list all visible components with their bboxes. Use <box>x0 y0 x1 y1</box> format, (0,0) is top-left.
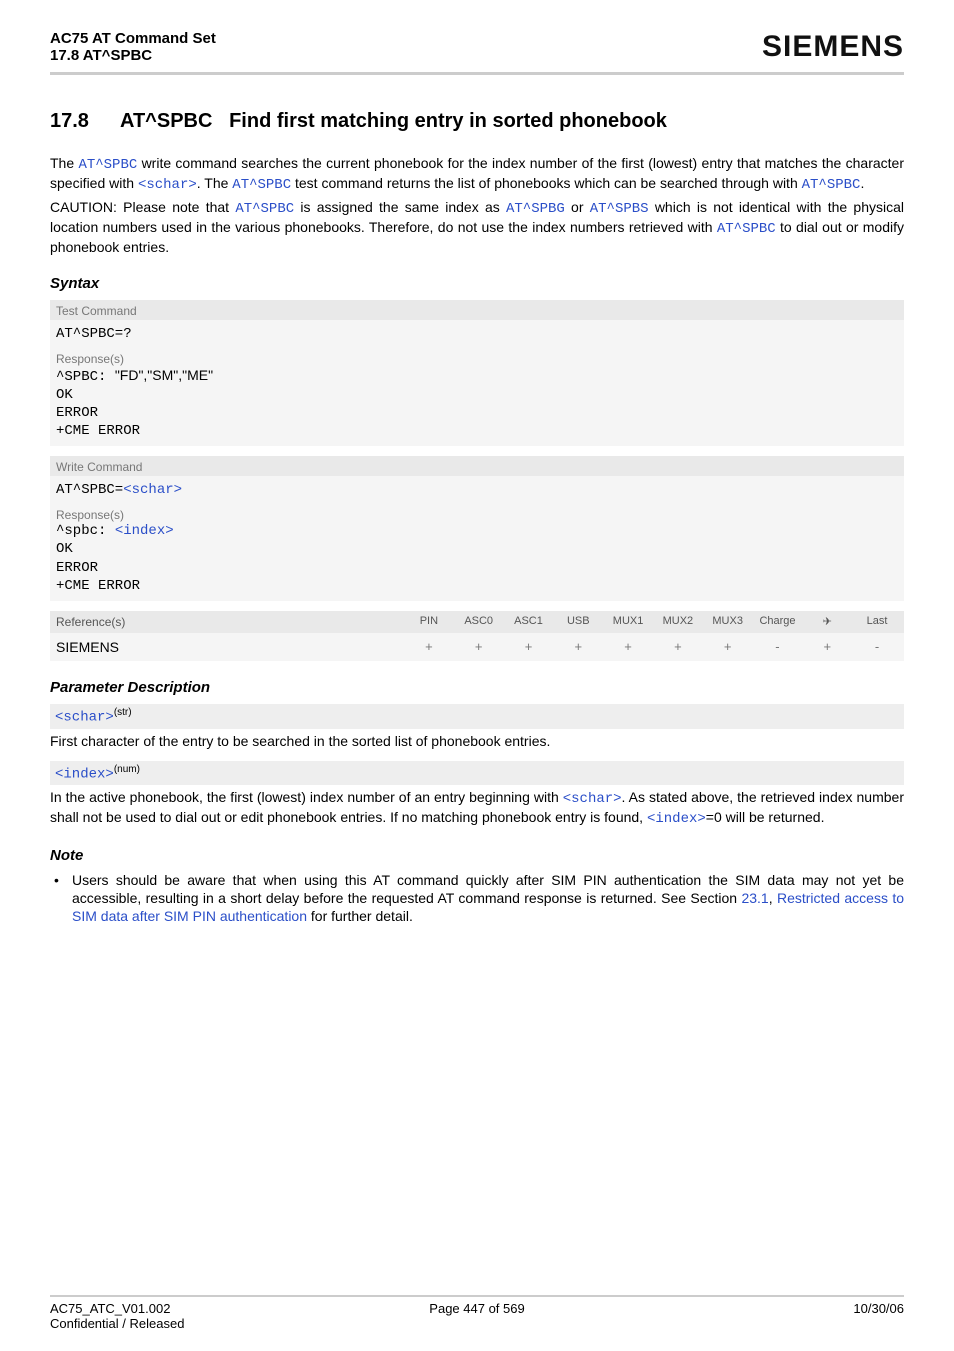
response-label: Response(s) <box>50 348 904 366</box>
footer-confidential: Confidential / Released <box>50 1316 184 1331</box>
link-atspbg[interactable]: AT^SPBG <box>506 201 565 217</box>
text: The <box>50 155 78 171</box>
link-section-23-1[interactable]: 23.1 <box>741 890 768 906</box>
link-schar[interactable]: <schar> <box>138 177 197 193</box>
param-schar-name[interactable]: <schar> <box>55 710 114 726</box>
val: + <box>653 639 703 655</box>
intro-p1: The AT^SPBC write command searches the c… <box>50 155 904 195</box>
note-heading: Note <box>50 847 904 864</box>
doc-subtitle: 17.8 AT^SPBC <box>50 47 216 64</box>
val: + <box>703 639 753 655</box>
text: is assigned the same index as <box>294 199 506 215</box>
link-atspbc[interactable]: AT^SPBC <box>235 201 294 217</box>
page-footer: AC75_ATC_V01.002 Confidential / Released… <box>50 1295 904 1331</box>
section-title-text: Find first matching entry in sorted phon… <box>229 110 667 132</box>
header-left: AC75 AT Command Set 17.8 AT^SPBC <box>50 30 216 64</box>
text: test command returns the list of phonebo… <box>291 175 802 191</box>
text: or <box>565 199 590 215</box>
test-command-label: Test Command <box>50 300 904 320</box>
param-schar-desc: First character of the entry to be searc… <box>50 733 904 751</box>
col-last: Last <box>852 615 902 629</box>
param-schar-type: (str) <box>114 707 132 718</box>
parameter-description-heading: Parameter Description <box>50 679 904 696</box>
footer-date: 10/30/06 <box>853 1301 904 1331</box>
text: +CME ERROR <box>56 422 898 440</box>
note-item: Users should be aware that when using th… <box>50 872 904 926</box>
val: + <box>553 639 603 655</box>
syntax-block: Test Command AT^SPBC=? Response(s) ^SPBC… <box>50 300 904 662</box>
text: CAUTION: Please note that <box>50 199 235 215</box>
val: + <box>802 639 852 655</box>
footer-page-number: Page 447 of 569 <box>429 1301 524 1316</box>
write-response: ^spbc: <index> OK ERROR +CME ERROR <box>50 522 904 601</box>
param-schar-header: <schar>(str) <box>50 704 904 729</box>
section-heading: 17.8AT^SPBC Find first matching entry in… <box>50 110 904 133</box>
reference-data-row: SIEMENS + + + + + + + - + - <box>50 633 904 661</box>
param-index-desc: In the active phonebook, the first (lowe… <box>50 789 904 829</box>
val: + <box>504 639 554 655</box>
note-list: Users should be aware that when using th… <box>50 872 904 926</box>
text: AT^SPBC= <box>56 482 123 498</box>
link-index[interactable]: <index> <box>115 523 174 539</box>
reference-col-values: + + + + + + + - + - <box>402 633 904 661</box>
link-atspbc[interactable]: AT^SPBC <box>232 177 291 193</box>
footer-version: AC75_ATC_V01.002 <box>50 1301 184 1316</box>
footer-left: AC75_ATC_V01.002 Confidential / Released <box>50 1301 184 1331</box>
val: + <box>404 639 454 655</box>
doc-title: AC75 AT Command Set <box>50 30 216 47</box>
airplane-icon: ✈ <box>802 615 852 629</box>
section-number: 17.8 <box>50 110 120 133</box>
syntax-heading: Syntax <box>50 275 904 292</box>
section-cmd: AT^SPBC <box>120 110 212 132</box>
col-mux1: MUX1 <box>603 615 653 629</box>
text: . The <box>197 175 233 191</box>
link-atspbc[interactable]: AT^SPBC <box>802 177 861 193</box>
link-schar[interactable]: <schar> <box>123 482 182 498</box>
text: ERROR <box>56 404 898 422</box>
param-index-name[interactable]: <index> <box>55 766 114 782</box>
text: OK <box>56 540 898 558</box>
intro-p2: CAUTION: Please note that AT^SPBC is ass… <box>50 199 904 257</box>
test-response: ^SPBC: "FD","SM","ME" OK ERROR +CME ERRO… <box>50 366 904 447</box>
reference-header-row: Reference(s) PIN ASC0 ASC1 USB MUX1 MUX2… <box>50 611 904 633</box>
text: for further detail. <box>307 908 413 924</box>
text: . <box>860 175 864 191</box>
col-mux2: MUX2 <box>653 615 703 629</box>
link-index[interactable]: <index> <box>647 811 706 827</box>
text: =0 will be returned. <box>706 809 825 825</box>
text: In the active phonebook, the first (lowe… <box>50 789 563 805</box>
text: +CME ERROR <box>56 577 898 595</box>
col-charge: Charge <box>753 615 803 629</box>
reference-label: Reference(s) <box>50 611 402 633</box>
param-index-type: (num) <box>114 764 140 775</box>
text: ^spbc: <box>56 523 115 539</box>
link-schar[interactable]: <schar> <box>563 791 622 807</box>
page-header: AC75 AT Command Set 17.8 AT^SPBC SIEMENS <box>50 30 904 75</box>
text: , <box>769 890 777 906</box>
reference-value: SIEMENS <box>50 633 402 661</box>
param-index-header: <index>(num) <box>50 761 904 786</box>
write-command: AT^SPBC=<schar> <box>50 476 904 504</box>
col-pin: PIN <box>404 615 454 629</box>
val: + <box>603 639 653 655</box>
siemens-logo: SIEMENS <box>762 30 904 64</box>
val: + <box>454 639 504 655</box>
link-atspbc[interactable]: AT^SPBC <box>78 157 137 173</box>
text: ERROR <box>56 559 898 577</box>
col-asc0: ASC0 <box>454 615 504 629</box>
text: "FD","SM","ME" <box>115 367 213 383</box>
col-usb: USB <box>553 615 603 629</box>
val: - <box>753 639 803 655</box>
col-asc1: ASC1 <box>504 615 554 629</box>
text: OK <box>56 386 898 404</box>
write-command-label: Write Command <box>50 456 904 476</box>
val: - <box>852 639 902 655</box>
link-atspbs[interactable]: AT^SPBS <box>590 201 649 217</box>
test-command: AT^SPBC=? <box>50 320 904 348</box>
text: ^SPBC: <box>56 369 115 385</box>
col-mux3: MUX3 <box>703 615 753 629</box>
reference-col-headers: PIN ASC0 ASC1 USB MUX1 MUX2 MUX3 Charge … <box>402 611 904 633</box>
response-label: Response(s) <box>50 504 904 522</box>
link-atspbc[interactable]: AT^SPBC <box>717 221 776 237</box>
